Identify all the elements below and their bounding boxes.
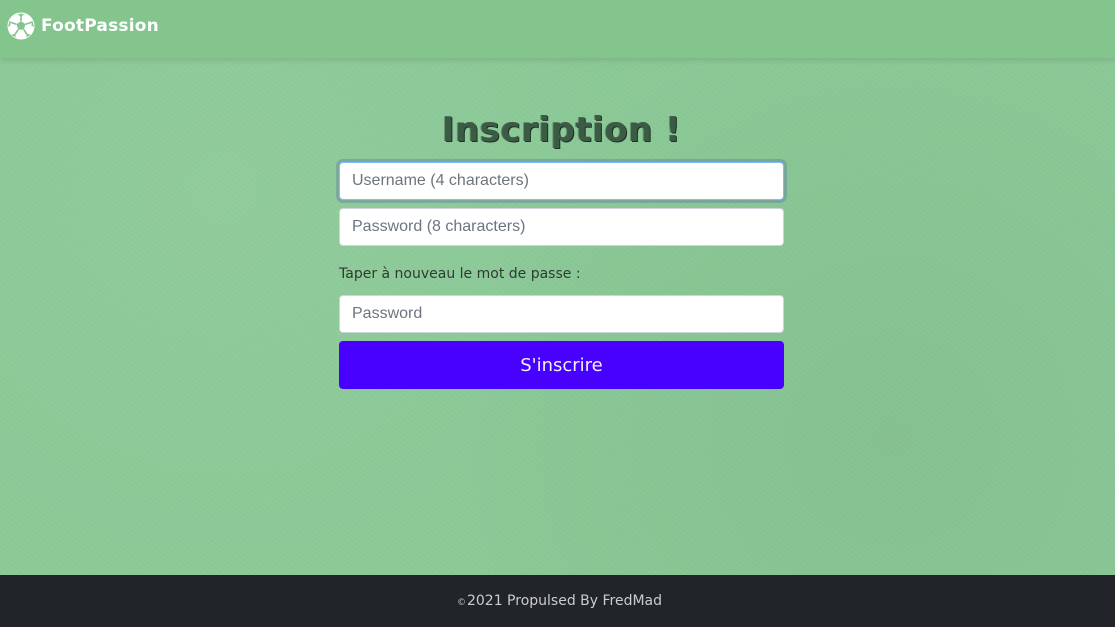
footer-copyright: ©2021 Propulsed By FredMad: [457, 593, 662, 609]
signup-button[interactable]: S'inscrire: [339, 341, 784, 389]
soccer-ball-icon: [7, 12, 35, 40]
confirm-password-input[interactable]: [339, 295, 784, 333]
password-input[interactable]: [339, 208, 784, 246]
signup-form: Inscription ! Taper à nouveau le mot de …: [339, 105, 784, 389]
navbar: FootPassion: [0, 0, 1115, 58]
footer-text: 2021 Propulsed By FredMad: [466, 593, 663, 609]
brand-link[interactable]: FootPassion: [7, 11, 159, 41]
copyright-symbol: ©: [456, 598, 466, 608]
username-input[interactable]: [339, 162, 784, 200]
footer: ©2021 Propulsed By FredMad: [0, 575, 1115, 627]
confirm-password-label: Taper à nouveau le mot de passe :: [339, 266, 581, 282]
brand-name: FootPassion: [41, 16, 159, 36]
page-title: Inscription !: [441, 110, 682, 150]
